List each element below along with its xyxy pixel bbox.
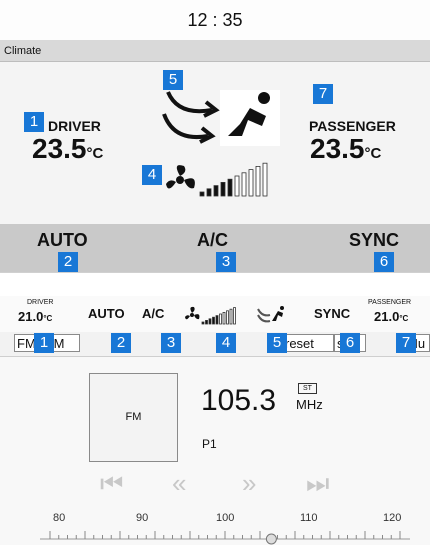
mini-sync-button[interactable]: SYNC (314, 306, 350, 321)
fan-level-bar (206, 188, 212, 197)
skip-forward-button[interactable]: ⏭ (306, 468, 330, 500)
callout-7: 7 (313, 84, 333, 104)
scale-ticks (49, 531, 401, 539)
climate-panel: 12 : 35 Climate 1 DRIVER 23.5°C 5 7 PASS… (0, 0, 430, 273)
tab-preset[interactable]: reset (282, 334, 334, 352)
fan-level-bar (208, 318, 212, 325)
fan-level-bar (219, 313, 222, 325)
mini-driver-temp-unit: °C (43, 314, 53, 323)
tuning-knob[interactable] (265, 533, 277, 545)
fan-level-bar (248, 169, 254, 197)
mini-ac-button[interactable]: A/C (142, 306, 164, 321)
mini-callout-7: 7 (396, 333, 416, 353)
fan-level-bar (234, 175, 240, 197)
mini-passenger-label: PASSENGER (368, 299, 412, 306)
mini-callout-3: 3 (161, 333, 181, 353)
frequency-display: 105.3 (201, 384, 277, 417)
fan-level-bar (255, 166, 261, 197)
callout-1: 1 (24, 112, 44, 132)
stereo-badge: ST (298, 383, 317, 394)
frequency-unit: MHz (296, 397, 323, 412)
fan-level-bar (212, 316, 215, 325)
driver-temp-value: 23.5 (32, 133, 87, 164)
fan-level-bar (213, 185, 219, 197)
callout-6: 6 (374, 252, 394, 272)
fan-level-bar (220, 181, 226, 197)
fan-level-bars (199, 162, 268, 197)
passenger-temp[interactable]: 23.5°C (310, 133, 381, 165)
mini-passenger-temp-unit: °C (399, 314, 409, 323)
tuning-scale[interactable] (40, 525, 410, 545)
auto-button[interactable]: AUTO (37, 230, 88, 251)
fan-level-bar (233, 307, 236, 325)
preset-label: P1 (202, 437, 217, 451)
mini-passenger-temp-value: 21.0 (374, 309, 400, 324)
mini-callout-2: 2 (111, 333, 131, 353)
mini-fan-icon (185, 306, 200, 320)
clock-time: 12 : 35 (187, 10, 243, 30)
climate-status-strip: DRIVER 21.0°C AUTO A/C SYNC PASSENGER 21… (0, 296, 430, 332)
mini-driver-label: DRIVER (27, 299, 54, 306)
fan-speed-control[interactable] (164, 160, 272, 200)
fan-level-bar (262, 162, 268, 197)
mini-driver-temp[interactable]: 21.0°C (18, 309, 52, 324)
ac-button[interactable]: A/C (197, 230, 228, 251)
passenger-temp-value: 23.5 (310, 133, 365, 164)
callout-2: 2 (58, 252, 78, 272)
driver-temp[interactable]: 23.5°C (32, 133, 103, 165)
fan-level-bar (215, 315, 219, 325)
station-art: FM (89, 373, 178, 462)
fan-level-bar (201, 321, 205, 325)
fan-level-bar (241, 172, 247, 197)
scale-label-90: 90 (136, 512, 149, 524)
driver-label: DRIVER (48, 118, 101, 134)
scale-label-100: 100 (216, 512, 235, 524)
fan-level-bar (229, 308, 233, 325)
mini-auto-button[interactable]: AUTO (88, 306, 125, 321)
station-art-label: FM (125, 411, 142, 423)
fan-level-bar (226, 310, 229, 325)
mini-driver-temp-value: 21.0 (18, 309, 44, 324)
passenger-temp-unit: °C (364, 145, 382, 162)
fan-level-bar (227, 178, 233, 197)
sync-button[interactable]: SYNC (349, 230, 399, 251)
mini-fan-level-bars (201, 307, 236, 325)
seek-forward-button[interactable]: » (242, 468, 257, 499)
source-tabs: FM AM reset st Mu (0, 332, 430, 357)
mini-passenger-temp[interactable]: 21.0°C (374, 309, 408, 324)
driver-temp-unit: °C (86, 145, 104, 162)
seek-back-button[interactable]: « (172, 468, 187, 499)
climate-header: Climate (0, 40, 430, 62)
callout-4: 4 (142, 165, 162, 185)
callout-3: 3 (216, 252, 236, 272)
scale-label-110: 110 (300, 512, 318, 524)
mini-fan-control[interactable] (184, 304, 240, 326)
mini-airflow-icon[interactable] (256, 303, 286, 325)
scale-label-120: 120 (383, 512, 402, 524)
fan-level-bar (205, 319, 208, 325)
climate-title: Climate (4, 45, 42, 57)
mini-callout-1: 1 (34, 333, 54, 353)
mini-callout-6: 6 (340, 333, 360, 353)
clock: 12 : 35 (0, 0, 430, 41)
scale-label-80: 80 (53, 512, 66, 524)
skip-back-button[interactable]: ⏮ (100, 468, 124, 500)
mini-callout-4: 4 (216, 333, 236, 353)
fan-icon (166, 165, 195, 189)
fan-level-bar (199, 191, 205, 197)
tuning-knob-icon (265, 533, 277, 545)
mini-callout-5: 5 (267, 333, 287, 353)
fan-level-bar (222, 311, 226, 325)
passenger-label: PASSENGER (309, 118, 396, 134)
airflow-seat-icon[interactable] (160, 80, 286, 150)
